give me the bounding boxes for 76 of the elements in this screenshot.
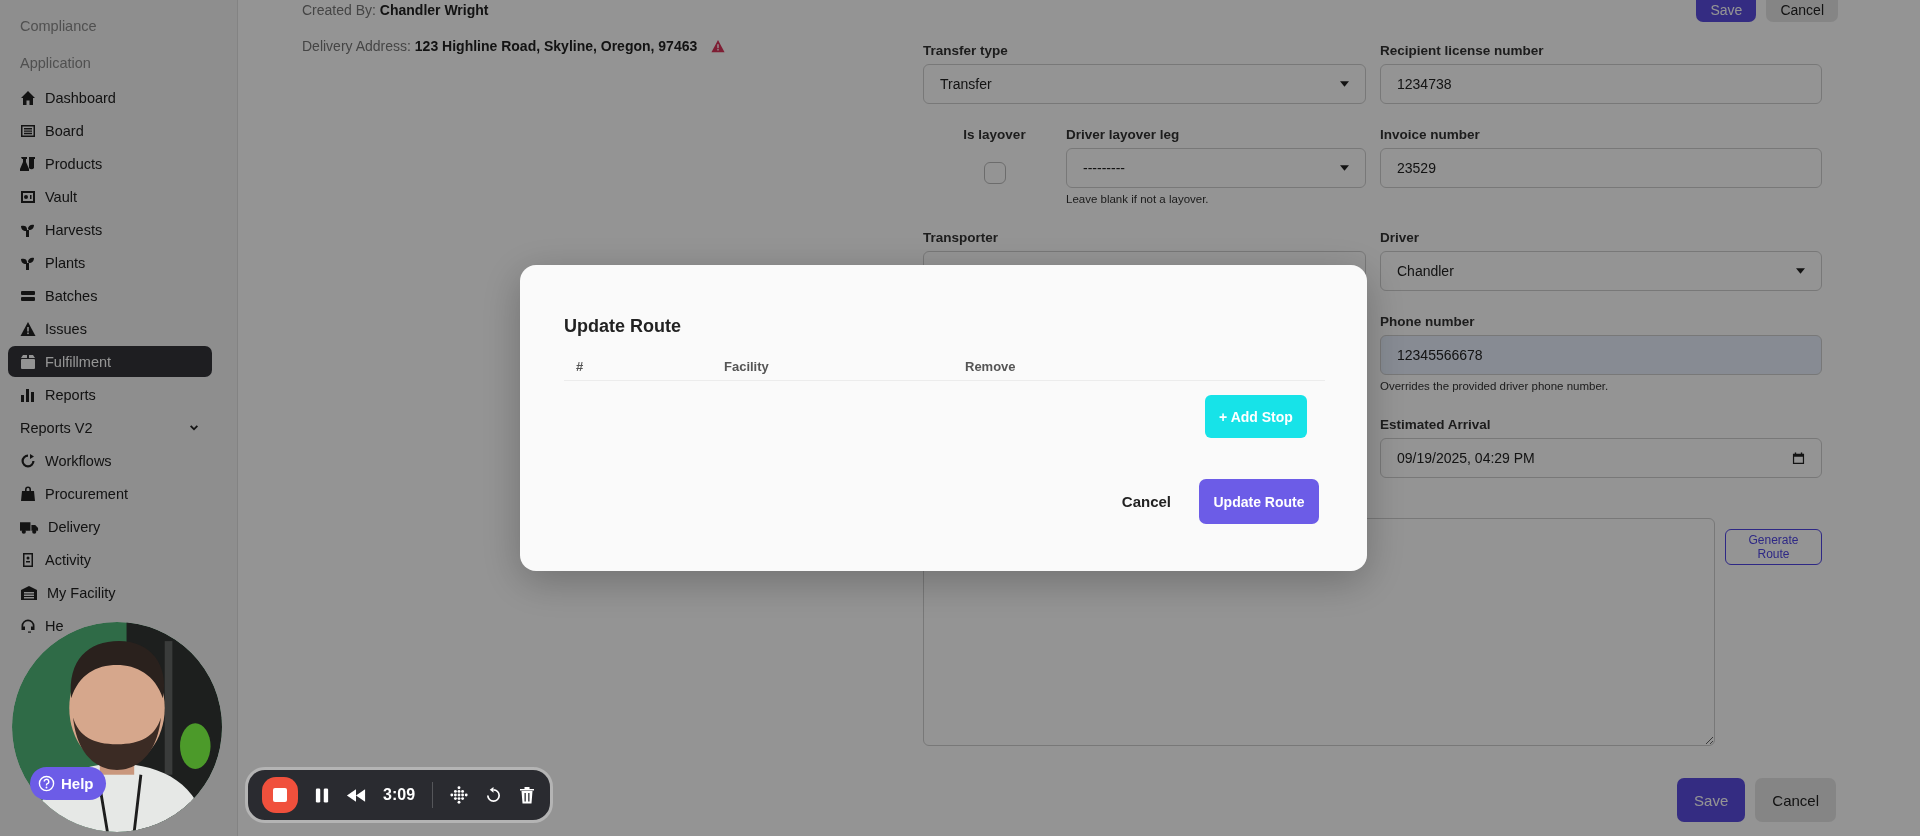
home-icon xyxy=(20,89,36,106)
caret-icon xyxy=(1340,81,1349,87)
cycle-icon xyxy=(20,452,36,469)
select-field[interactable]: Chandler xyxy=(1380,251,1822,291)
sidebar-item[interactable]: Reports xyxy=(8,379,212,410)
field-label: Estimated Arrival xyxy=(1380,416,1492,434)
recording-timer: 3:09 xyxy=(383,786,416,804)
sidebar-item[interactable]: Products xyxy=(8,148,212,179)
field-label: Phone number xyxy=(1380,313,1476,331)
building-icon xyxy=(20,584,38,601)
sidebar-item[interactable]: My Facility xyxy=(8,577,212,608)
sidebar-item[interactable]: Delivery xyxy=(8,511,212,542)
column-header: # xyxy=(576,358,584,374)
sidebar-item[interactable]: Vault xyxy=(8,181,212,212)
generate-route-button[interactable]: Generate Route xyxy=(1725,529,1822,565)
sidebar-item[interactable]: Board xyxy=(8,115,212,146)
column-header: Remove xyxy=(965,358,1016,374)
bar-chart-icon xyxy=(20,386,36,403)
cancel-button[interactable]: Cancel xyxy=(1755,778,1836,822)
list-icon xyxy=(20,122,36,139)
help-text: Overrides the provided driver phone number. xyxy=(1380,380,1610,394)
headset-icon xyxy=(20,617,36,634)
field-label: Driver xyxy=(1380,229,1421,247)
id-card-icon xyxy=(20,551,36,568)
cancel-button[interactable]: Cancel xyxy=(1115,489,1177,514)
calendar-icon xyxy=(1792,451,1805,465)
sidebar-item[interactable]: Batches xyxy=(8,280,212,311)
delivery-address-text: Delivery Address: 123 Highline Road, Skyline, Oregon, 97463 xyxy=(302,38,698,54)
section-label: Compliance xyxy=(20,17,97,35)
sidebar-item[interactable]: Issues xyxy=(8,313,212,344)
sidebar-item[interactable]: Plants xyxy=(8,247,212,278)
field-label: Invoice number xyxy=(1380,126,1481,144)
input-field[interactable]: 12345566678 xyxy=(1380,335,1822,375)
restart-icon xyxy=(485,786,503,804)
select-field[interactable]: Transfer xyxy=(923,64,1366,104)
cancel-button[interactable]: Cancel xyxy=(1766,0,1838,22)
field-label: Transporter xyxy=(923,229,1000,247)
field-label: Driver layover leg xyxy=(1066,126,1181,144)
update-route-button[interactable]: Update Route xyxy=(1199,479,1319,524)
bag-icon xyxy=(20,485,36,502)
input-field[interactable]: 1234738 xyxy=(1380,64,1822,104)
package-icon xyxy=(20,353,36,370)
question-icon xyxy=(38,775,55,792)
field-label: Is layover xyxy=(963,126,1026,144)
dot-grid-icon xyxy=(450,786,469,804)
sidebar-item[interactable]: Workflows xyxy=(8,445,212,476)
warning-icon xyxy=(20,320,36,337)
date-field[interactable]: 09/19/2025, 04:29 PM xyxy=(1380,438,1822,478)
save-button[interactable]: Save xyxy=(1677,778,1746,822)
sidebar-item[interactable]: Dashboard xyxy=(8,82,212,113)
caret-icon xyxy=(1340,165,1349,171)
select-field[interactable]: --------- xyxy=(1066,148,1366,188)
warning-icon xyxy=(711,39,726,53)
input-field[interactable]: 23529 xyxy=(1380,148,1822,188)
section-label: Application xyxy=(20,54,91,72)
help-text: Leave blank if not a layover. xyxy=(1066,193,1210,207)
modal-title: Update Route xyxy=(564,315,681,337)
field-label: Recipient license number xyxy=(1380,42,1545,60)
help-button[interactable]: Help xyxy=(30,767,106,800)
stop-button[interactable] xyxy=(262,777,298,813)
caret-icon xyxy=(1796,268,1805,274)
rewind-icon xyxy=(346,788,366,802)
safe-icon xyxy=(20,188,36,205)
column-header: Facility xyxy=(724,358,769,374)
created-by-text: Created By: Chandler Wright xyxy=(302,2,489,18)
flask-icon xyxy=(20,155,36,172)
sidebar-item[interactable]: Fulfillment xyxy=(8,346,212,377)
trash-icon xyxy=(519,786,536,804)
sidebar-group[interactable]: Reports V2 xyxy=(8,412,212,443)
pause-icon xyxy=(315,786,329,804)
save-button[interactable]: Save xyxy=(1696,0,1757,22)
sidebar-item[interactable]: Procurement xyxy=(8,478,212,509)
checkbox[interactable] xyxy=(983,162,1006,184)
sidebar-item[interactable]: Activity xyxy=(8,544,212,575)
field-label: Transfer type xyxy=(923,42,1009,60)
sidebar-item[interactable]: Harvests xyxy=(8,214,212,245)
